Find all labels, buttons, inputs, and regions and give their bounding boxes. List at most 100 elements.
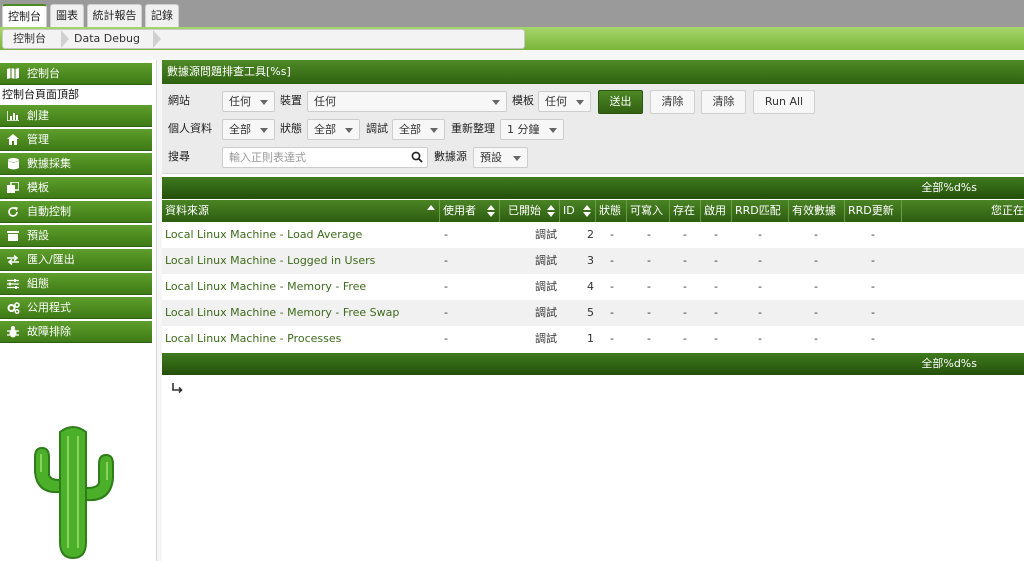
datasource-link[interactable]: Local Linux Machine - Memory - Free: [165, 274, 366, 300]
table-row: Local Linux Machine - Load Average - 調試 …: [162, 222, 1024, 248]
sidebar-item-label: 公用程式: [27, 301, 71, 314]
table-nav-bottom: 全部%d%s: [162, 353, 1024, 375]
clear-filter-button[interactable]: 清除: [701, 90, 746, 114]
sidebar-item-configuration[interactable]: 組態: [0, 273, 152, 295]
col-label: 有效數據: [792, 204, 836, 217]
clear-button[interactable]: 清除: [650, 90, 695, 114]
chevron-down-icon: [260, 128, 268, 133]
datasource-link[interactable]: Local Linux Machine - Logged in Users: [165, 248, 375, 274]
sidebar-item-label: 創建: [27, 109, 49, 122]
status-select[interactable]: 全部: [307, 119, 360, 140]
breadcrumb-console[interactable]: 控制台: [13, 30, 46, 48]
return-arrow-icon[interactable]: [171, 382, 183, 394]
debug-link[interactable]: 調試: [535, 326, 557, 352]
col-label: 可寫入: [630, 204, 663, 217]
chevron-down-icon: [549, 128, 557, 133]
template-select[interactable]: 任何: [538, 91, 591, 112]
id-cell: 4: [587, 280, 594, 293]
tab-logs[interactable]: 記錄: [145, 4, 179, 27]
tab-graphs[interactable]: 圖表: [50, 4, 84, 27]
writable-cell: -: [647, 280, 651, 293]
debug-link[interactable]: 調試: [535, 274, 557, 300]
database-icon: [5, 153, 21, 175]
sidebar-item-troubleshooting[interactable]: 故障排除: [0, 321, 152, 343]
rrd-match-cell: -: [758, 306, 762, 319]
chevron-down-icon: [492, 100, 500, 105]
top-tab-bar: 控制台 圖表 統計報告 記錄: [0, 0, 1024, 27]
valid-data-cell: -: [814, 332, 818, 345]
sidebar-item-templates[interactable]: 模板: [0, 177, 152, 199]
debug-link[interactable]: 調試: [535, 300, 557, 326]
sidebar-item-automation[interactable]: 自動控制: [0, 201, 152, 223]
debug-link[interactable]: 調試: [535, 222, 557, 248]
col-user[interactable]: 使用者: [440, 200, 500, 222]
exists-cell: -: [683, 280, 687, 293]
run-all-button[interactable]: Run All: [753, 90, 815, 114]
enabled-cell: -: [714, 228, 718, 241]
search-label: 搜尋: [168, 150, 190, 163]
site-select[interactable]: 任何: [222, 91, 275, 112]
col-id[interactable]: ID: [560, 200, 596, 222]
col-issue: 您正在: [902, 200, 1024, 222]
datasource-select[interactable]: 預設: [473, 147, 528, 168]
refresh-select[interactable]: 1 分鐘: [500, 119, 564, 140]
chevron-down-icon: [260, 100, 268, 105]
tab-reports[interactable]: 統計報告: [87, 4, 142, 27]
rrd-match-cell: -: [758, 280, 762, 293]
valid-data-cell: -: [814, 254, 818, 267]
device-select[interactable]: 任何: [307, 91, 507, 112]
search-placeholder: 輸入正則表達式: [229, 151, 306, 164]
col-label: 您正在: [991, 204, 1024, 217]
status-cell: -: [610, 280, 614, 293]
table-row: Local Linux Machine - Logged in Users - …: [162, 248, 1024, 274]
sidebar-item-label: 組態: [27, 277, 49, 290]
col-writable: 可寫入: [627, 200, 670, 222]
sidebar-item-data-collection[interactable]: 數據採集: [0, 153, 152, 175]
status-cell: -: [610, 228, 614, 241]
col-started[interactable]: 已開始: [500, 200, 560, 222]
status-label: 狀態: [280, 122, 302, 135]
sidebar-item-label: 自動控制: [27, 205, 71, 218]
datasource-select-value: 預設: [480, 151, 502, 164]
device-label: 裝置: [280, 94, 302, 107]
exists-cell: -: [683, 306, 687, 319]
sidebar-item-presets[interactable]: 預設: [0, 225, 152, 247]
valid-data-cell: -: [814, 306, 818, 319]
enabled-cell: -: [714, 306, 718, 319]
debug-select[interactable]: 全部: [392, 119, 445, 140]
col-datasource[interactable]: 資料來源: [162, 200, 440, 222]
col-label: 啟用: [704, 204, 726, 217]
datasource-link[interactable]: Local Linux Machine - Load Average: [165, 222, 362, 248]
status-select-value: 全部: [314, 123, 336, 136]
submit-button[interactable]: 送出: [598, 90, 643, 114]
sort-icon: [487, 205, 495, 217]
sidebar-item-label: 數據採集: [27, 157, 71, 170]
sidebar-item-console[interactable]: 控制台: [0, 63, 152, 85]
sidebar-subitem-console-top[interactable]: 控制台頁面頂部: [2, 87, 79, 103]
rrd-update-cell: -: [871, 280, 875, 293]
sidebar-item-manage[interactable]: 管理: [0, 129, 152, 151]
chevron-down-icon: [345, 128, 353, 133]
sidebar-item-create[interactable]: 創建: [0, 105, 152, 127]
sidebar-item-utilities[interactable]: 公用程式: [0, 297, 152, 319]
cactus-logo: [34, 426, 114, 560]
filter-bar: 網站 任何 裝置 任何 模板 任何 送出 清除 清除 Run All 個人資料 …: [162, 84, 1024, 174]
device-select-value: 任何: [314, 95, 336, 108]
id-cell: 3: [587, 254, 594, 267]
datasource-label: 數據源: [434, 150, 467, 163]
datasource-link[interactable]: Local Linux Machine - Memory - Free Swap: [165, 300, 399, 326]
tab-console[interactable]: 控制台: [2, 4, 47, 27]
sidebar-item-import-export[interactable]: 匯入/匯出: [0, 249, 152, 271]
debug-select-value: 全部: [399, 123, 421, 136]
debug-link[interactable]: 調試: [535, 248, 557, 274]
search-input[interactable]: 輸入正則表達式: [222, 147, 428, 168]
id-cell: 5: [587, 306, 594, 319]
exists-cell: -: [683, 332, 687, 345]
panel-title: 數據源問題排查工具[%s]: [162, 60, 1024, 84]
breadcrumb-current: Data Debug: [74, 32, 140, 45]
datasource-link[interactable]: Local Linux Machine - Processes: [165, 326, 341, 352]
refresh-label: 重新整理: [451, 122, 495, 135]
profile-select[interactable]: 全部: [222, 119, 275, 140]
status-cell: -: [610, 254, 614, 267]
col-rrd-update: RRD更新: [845, 200, 902, 222]
